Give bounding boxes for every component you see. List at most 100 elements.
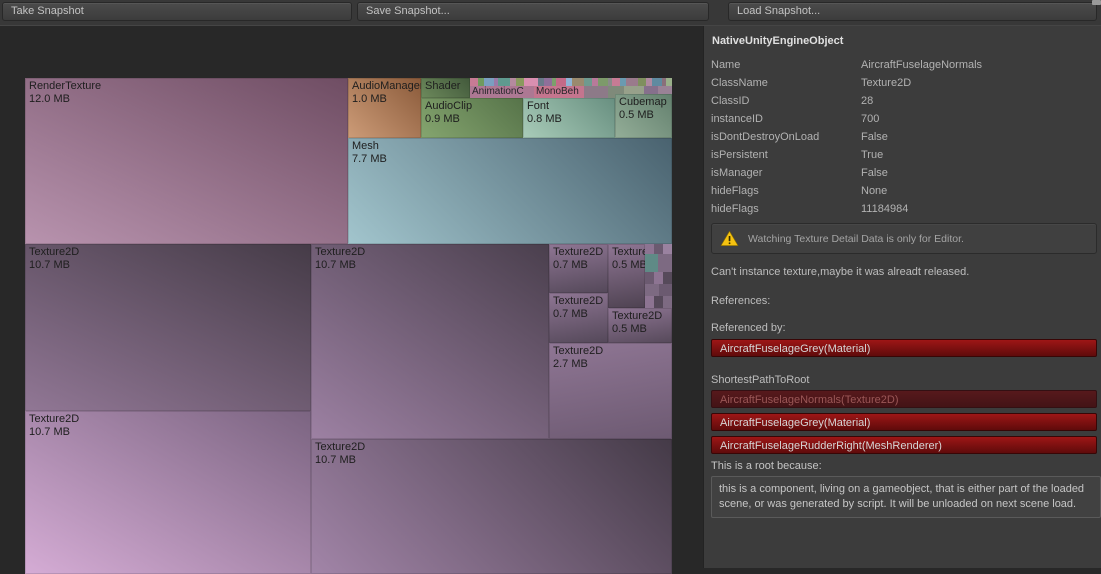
treemap-block[interactable]: Texture2D 0.7 MB	[549, 293, 608, 343]
property-row: Name AircraftFuselageNormals	[711, 56, 1097, 74]
treemap-cell[interactable]: MonoBeh	[534, 86, 584, 98]
block-size: 2.7 MB	[553, 358, 588, 370]
block-name: Mesh	[352, 140, 379, 152]
property-key: hideFlags	[711, 203, 759, 215]
warning-box: Watching Texture Detail Data is only for…	[711, 223, 1097, 254]
treemap-cell[interactable]	[645, 244, 654, 254]
property-row: hideFlags 11184984	[711, 200, 1097, 218]
mosaic-row	[645, 272, 672, 284]
treemap-cell[interactable]	[638, 78, 646, 86]
treemap-cell[interactable]	[659, 284, 672, 296]
treemap-block[interactable]: Mesh 7.7 MB	[348, 138, 672, 244]
mosaic-row	[470, 78, 672, 86]
block-name: AudioManager	[352, 80, 421, 92]
treemap-cell[interactable]	[524, 78, 538, 86]
property-key: isPersistent	[711, 149, 768, 161]
treemap-cell[interactable]	[654, 296, 663, 308]
treemap-block[interactable]: AudioClip 0.9 MB	[421, 98, 523, 138]
property-row: hideFlags None	[711, 182, 1097, 200]
treemap-block[interactable]: Texture2D 0.7 MB	[549, 244, 608, 293]
property-key: Name	[711, 59, 741, 71]
property-value: Texture2D	[861, 77, 912, 89]
treemap-cell[interactable]	[645, 284, 659, 296]
block-size: 0.5 MB	[612, 259, 645, 271]
treemap-cell[interactable]	[584, 78, 592, 86]
treemap-cell[interactable]	[556, 78, 566, 86]
treemap-block[interactable]: Texture2D0.5 MB	[608, 308, 672, 343]
treemap-block[interactable]: Texture2D 10.7 MB	[25, 411, 311, 574]
treemap-cell[interactable]	[654, 272, 663, 284]
shortest-path-item[interactable]: AircraftFuselageNormals(Texture2D)	[711, 390, 1097, 408]
block-size: 10.7 MB	[29, 426, 70, 438]
treemap-cell[interactable]	[652, 78, 662, 86]
property-value: 700	[861, 113, 880, 125]
mosaic-row	[645, 244, 672, 254]
treemap-cell[interactable]	[498, 78, 510, 86]
property-value: None	[861, 185, 888, 197]
snapshot-toolbar: Take Snapshot Save Snapshot... Load Snap…	[0, 0, 1101, 27]
instance-message: Can't instance texture,maybe it was alre…	[711, 266, 970, 278]
property-key: isDontDestroyOnLoad	[711, 131, 820, 143]
treemap-cell[interactable]	[645, 272, 654, 284]
property-value: 28	[861, 95, 874, 107]
block-size: 7.7 MB	[352, 153, 387, 165]
treemap-block[interactable]: Texture2D 2.7 MB	[549, 343, 672, 439]
referenced-by-label: Referenced by:	[711, 322, 786, 334]
treemap-cell[interactable]	[516, 78, 524, 86]
treemap-cell[interactable]	[658, 254, 672, 272]
property-row: isManager False	[711, 164, 1097, 182]
block-name: Texture2D	[553, 295, 604, 307]
block-name: Shader	[425, 80, 461, 92]
shortest-path-item[interactable]: AircraftFuselageRudderRight(MeshRenderer…	[711, 436, 1097, 454]
object-type-header: NativeUnityEngineObject	[712, 35, 844, 47]
root-because-label: This is a root because:	[711, 460, 822, 472]
load-snapshot-button[interactable]: Load Snapshot...	[728, 2, 1097, 21]
treemap-cell[interactable]	[470, 78, 478, 86]
warning-text: Watching Texture Detail Data is only for…	[748, 232, 964, 245]
referenced-by-item[interactable]: AircraftFuselageGrey(Material)	[711, 339, 1097, 357]
treemap-cell[interactable]	[544, 78, 552, 86]
treemap-cell[interactable]: AnimationC	[470, 86, 534, 98]
take-snapshot-button[interactable]: Take Snapshot	[2, 2, 352, 21]
treemap-block[interactable]: Texture2D 10.7 MB	[311, 439, 672, 574]
treemap-block[interactable]: Font 0.8 MB	[523, 98, 615, 138]
property-key: isManager	[711, 167, 763, 179]
treemap-cell[interactable]	[645, 254, 658, 272]
treemap-block[interactable]: Shader	[421, 78, 470, 98]
treemap-block[interactable]: RenderTexture 12.0 MB	[25, 78, 348, 244]
shortest-path-item[interactable]: AircraftFuselageGrey(Material)	[711, 413, 1097, 431]
mosaic-row	[645, 284, 672, 296]
treemap-block[interactable]: Texture2D 10.7 MB	[311, 244, 549, 439]
block-name: Texture2D	[29, 413, 80, 425]
block-size: 10.7 MB	[29, 259, 70, 271]
block-name: Texture2D	[29, 246, 80, 258]
memory-treemap-canvas: AnimationC MonoBeh RenderTexture 12.0 MB Aud…	[0, 26, 703, 574]
treemap-cell[interactable]	[626, 78, 638, 86]
scrollbar-nub[interactable]	[1092, 0, 1101, 5]
treemap-cell[interactable]	[663, 296, 672, 308]
treemap-cell[interactable]	[663, 272, 672, 284]
treemap-cell[interactable]	[572, 78, 584, 86]
warning-icon	[720, 230, 739, 247]
treemap-cell[interactable]	[598, 78, 608, 86]
treemap-block[interactable]: Cubemap 0.5 MB	[615, 94, 672, 138]
treemap-cell[interactable]	[663, 244, 672, 254]
treemap-cell[interactable]	[484, 78, 494, 86]
references-label: References:	[711, 295, 771, 307]
treemap-cell[interactable]	[666, 78, 672, 86]
memory-treemap: AnimationC MonoBeh RenderTexture 12.0 MB Aud…	[25, 78, 672, 574]
block-size: 10.7 MB	[315, 454, 356, 466]
treemap-cell[interactable]	[645, 296, 654, 308]
property-key: hideFlags	[711, 185, 759, 197]
mosaic-row	[645, 296, 672, 308]
block-size: 10.7 MB	[315, 259, 356, 271]
treemap-block[interactable]: Texture2D0.5 MB	[608, 244, 645, 308]
treemap-block[interactable]: AudioManager 1.0 MB	[348, 78, 421, 138]
property-value: 11184984	[861, 203, 909, 215]
treemap-cell[interactable]	[612, 78, 620, 86]
treemap-cell[interactable]	[654, 244, 663, 254]
treemap-block[interactable]: Texture2D 10.7 MB	[25, 244, 311, 411]
save-snapshot-button[interactable]: Save Snapshot...	[357, 2, 709, 21]
shortest-path-list: AircraftFuselageNormals(Texture2D) Aircra…	[711, 390, 1097, 454]
treemap-cell[interactable]	[584, 86, 608, 98]
